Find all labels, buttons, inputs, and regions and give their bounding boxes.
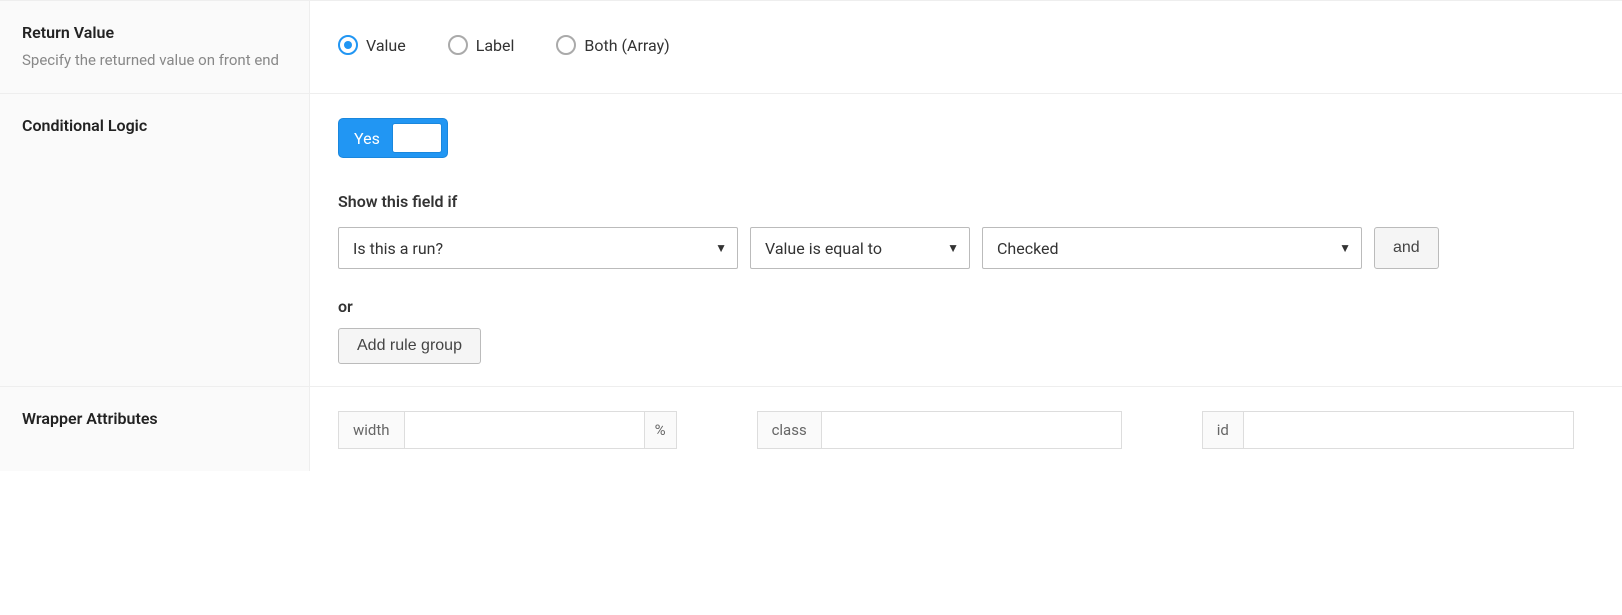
- class-group: class: [757, 411, 1122, 449]
- wrapper-attributes-row: Wrapper Attributes width % class id: [0, 387, 1622, 471]
- radio-circle-icon: [338, 35, 358, 55]
- rule-operator-select[interactable]: Value is equal to ▼: [750, 227, 970, 269]
- or-label: or: [338, 297, 1594, 316]
- wrapper-attributes-title: Wrapper Attributes: [22, 409, 289, 428]
- return-value-row: Return Value Specify the returned value …: [0, 0, 1622, 94]
- conditional-logic-content: Yes Show this field if Is this a run? ▼ …: [310, 94, 1622, 386]
- toggle-yes-label: Yes: [344, 129, 392, 148]
- toggle-handle: [392, 123, 442, 153]
- rule-field-value: Is this a run?: [353, 239, 443, 258]
- add-rule-group-button[interactable]: Add rule group: [338, 328, 481, 364]
- radio-both[interactable]: Both (Array): [556, 35, 669, 55]
- radio-circle-icon: [448, 35, 468, 55]
- class-input[interactable]: [822, 411, 1122, 449]
- show-if-heading: Show this field if: [338, 192, 1594, 211]
- rule-value-value: Checked: [997, 239, 1059, 258]
- radio-value[interactable]: Value: [338, 35, 406, 55]
- id-label: id: [1202, 411, 1244, 449]
- class-label: class: [757, 411, 822, 449]
- rule-field-select[interactable]: Is this a run? ▼: [338, 227, 738, 269]
- return-value-title: Return Value: [22, 23, 289, 42]
- id-group: id: [1202, 411, 1574, 449]
- chevron-down-icon: ▼: [947, 241, 959, 255]
- radio-label-label: Label: [476, 36, 515, 55]
- rule-value-select[interactable]: Checked ▼: [982, 227, 1362, 269]
- return-value-desc: Specify the returned value on front end: [22, 50, 289, 71]
- width-group: width %: [338, 411, 677, 449]
- wrapper-attributes-content: width % class id: [310, 387, 1622, 471]
- radio-value-label: Value: [366, 36, 406, 55]
- id-input[interactable]: [1244, 411, 1574, 449]
- conditional-logic-label-col: Conditional Logic: [0, 94, 310, 386]
- rule-operator-value: Value is equal to: [765, 239, 882, 258]
- width-input[interactable]: [405, 411, 645, 449]
- conditional-logic-row: Conditional Logic Yes Show this field if…: [0, 94, 1622, 387]
- radio-label[interactable]: Label: [448, 35, 515, 55]
- width-label: width: [338, 411, 405, 449]
- return-value-content: Value Label Both (Array): [310, 1, 1622, 93]
- chevron-down-icon: ▼: [1339, 241, 1351, 255]
- wrapper-inputs-row: width % class id: [338, 411, 1594, 449]
- radio-circle-icon: [556, 35, 576, 55]
- radio-both-label: Both (Array): [584, 36, 669, 55]
- rule-row: Is this a run? ▼ Value is equal to ▼ Che…: [338, 227, 1594, 269]
- and-button[interactable]: and: [1374, 227, 1439, 269]
- width-suffix: %: [645, 411, 677, 449]
- conditional-logic-title: Conditional Logic: [22, 116, 289, 135]
- wrapper-attributes-label-col: Wrapper Attributes: [0, 387, 310, 471]
- conditional-logic-toggle[interactable]: Yes: [338, 118, 448, 158]
- chevron-down-icon: ▼: [715, 241, 727, 255]
- return-value-radio-group: Value Label Both (Array): [338, 25, 1594, 55]
- return-value-label-col: Return Value Specify the returned value …: [0, 1, 310, 93]
